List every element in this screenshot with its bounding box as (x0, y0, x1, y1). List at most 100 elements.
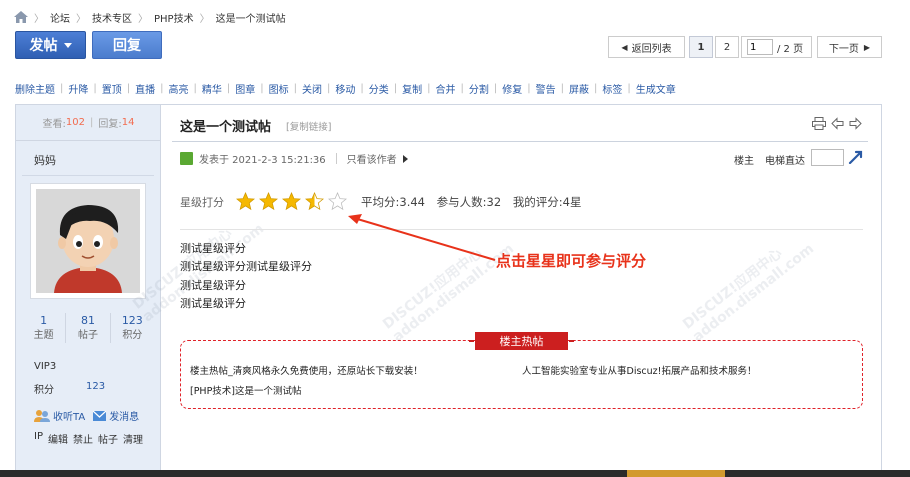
mod-ban[interactable]: 屏蔽 (569, 81, 589, 96)
mod-generate-article[interactable]: 生成文章 (636, 81, 676, 96)
divider (172, 141, 868, 142)
mod-highlight[interactable]: 高亮 (169, 81, 189, 96)
content-line: 测试星级评分 (180, 296, 246, 310)
follow-label: 收听TA (53, 412, 86, 423)
stat-threads[interactable]: 1 主题 (22, 313, 65, 343)
chevron-right-icon: 〉 (76, 13, 86, 25)
mod-stamp[interactable]: 图章 (235, 81, 255, 96)
mod-tags[interactable]: 标签 (602, 81, 622, 96)
bottom-toolbar-button[interactable] (627, 470, 725, 477)
breadcrumb-forum[interactable]: 论坛 (50, 10, 70, 25)
post-content: 测试星级评分 测试星级评分测试星级评分 测试星级评分 测试星级评分 (180, 240, 312, 313)
star-3-icon[interactable] (282, 192, 301, 211)
mod-digest[interactable]: 精华 (202, 81, 222, 96)
mod-stick[interactable]: 置顶 (102, 81, 122, 96)
only-author-link[interactable]: 只看该作者 (347, 151, 397, 166)
breadcrumb-board[interactable]: PHP技术 (154, 10, 194, 25)
mod-warn[interactable]: 警告 (536, 81, 556, 96)
stat-posts[interactable]: 81 帖子 (65, 313, 109, 343)
breadcrumb: 〉 论坛 〉 技术专区 〉 PHP技术 〉 这是一个测试帖 (14, 9, 286, 25)
content-line: 测试星级评分 (180, 278, 246, 292)
page-jump: / 2 页 (741, 36, 812, 58)
admin-ip[interactable]: IP (34, 431, 43, 446)
hot-post-link[interactable]: 人工智能实验室专业从事Discuz!拓展产品和技术服务！ (522, 363, 756, 377)
floor-label: 楼主 (734, 156, 754, 167)
reply-label: 回复 (113, 38, 141, 54)
bottom-toolbar (0, 470, 910, 477)
star-5-empty-icon[interactable] (328, 192, 347, 211)
annotation-arrow (348, 214, 496, 261)
breadcrumb-thread[interactable]: 这是一个测试帖 (216, 10, 286, 25)
moderation-toolbar: 删除主题 | 升降 | 置顶 | 直播 | 高亮 | 精华 | 图章 | 图标 | 关闭 | 移动… (15, 81, 676, 96)
mod-split[interactable]: 分割 (469, 81, 489, 96)
next-page-label: 下一页 (828, 43, 859, 55)
admin-ban[interactable]: 禁止 (73, 431, 93, 446)
mod-icon[interactable]: 图标 (269, 81, 289, 96)
breadcrumb-section[interactable]: 技术专区 (92, 10, 132, 25)
divider (22, 175, 154, 176)
mod-repair[interactable]: 修复 (502, 81, 522, 96)
message-label: 发消息 (109, 412, 140, 423)
points-label: 积分 (34, 385, 54, 396)
content-line: 测试星级评分测试星级评分 (180, 260, 312, 274)
floor-jump-input[interactable] (811, 149, 844, 166)
admin-clean[interactable]: 清理 (123, 431, 143, 446)
chevron-right-icon: 〉 (199, 13, 210, 25)
rating-label: 星级打分 (180, 195, 224, 209)
avatar[interactable] (30, 183, 146, 299)
previous-thread-icon[interactable] (831, 117, 844, 130)
hot-post-link[interactable]: 楼主热帖_清爽风格永久免费使用，还原站长下载安装！ (190, 363, 423, 377)
mod-copy[interactable]: 复制 (402, 81, 422, 96)
views-count: 102 (65, 117, 85, 128)
chevron-left-icon: ◀ (621, 42, 628, 52)
envelope-icon (93, 410, 107, 421)
thread-stats: 查看: 102 | 回复: 14 (16, 105, 161, 141)
star-1-icon[interactable] (236, 192, 255, 211)
online-status-icon (180, 152, 193, 165)
hot-posts-tag: 楼主热帖 (469, 332, 574, 350)
send-message-button[interactable]: 发消息 (93, 408, 139, 423)
rating-info: 平均分:3.44 参与人数:32 我的评分:4星 (361, 194, 590, 210)
hot-post-link[interactable]: [PHP技术]这是一个测试帖 (190, 383, 302, 397)
page-1-button[interactable]: 1 (689, 36, 713, 58)
mod-bump[interactable]: 升降 (68, 81, 88, 96)
admin-links: IP 编辑 禁止 帖子 清理 (34, 431, 143, 446)
mod-merge[interactable]: 合并 (436, 81, 456, 96)
chevron-right-icon: ▶ (863, 42, 871, 52)
home-icon[interactable] (14, 11, 28, 23)
back-to-list-button[interactable]: ◀ 返回列表 (608, 36, 685, 58)
divider (180, 229, 863, 230)
chevron-right-icon: 〉 (34, 13, 44, 25)
follow-button[interactable]: 收听TA (34, 408, 85, 423)
mod-delete-thread[interactable]: 删除主题 (15, 81, 55, 96)
back-to-list-label: 返回列表 (631, 43, 672, 55)
mod-category[interactable]: 分类 (369, 81, 389, 96)
mod-live[interactable]: 直播 (135, 81, 155, 96)
content-line: 测试星级评分 (180, 242, 246, 255)
user-group[interactable]: VIP3 (34, 361, 56, 372)
copy-link-button[interactable]: [复制链接] (286, 119, 331, 133)
print-icon[interactable] (812, 117, 826, 130)
page-title: 这是一个测试帖 (180, 120, 272, 135)
admin-edit[interactable]: 编辑 (48, 431, 68, 446)
floor-jump-label: 电梯直达 (765, 156, 805, 167)
next-thread-icon[interactable] (849, 117, 862, 130)
author-actions: 收听TA 发消息 (34, 408, 139, 423)
mod-close[interactable]: 关闭 (302, 81, 322, 96)
page-2-button[interactable]: 2 (715, 36, 739, 58)
mod-move[interactable]: 移动 (335, 81, 355, 96)
star-4-half-icon[interactable] (305, 192, 324, 211)
reply-button[interactable]: 回复 (92, 31, 162, 59)
replies-label: 回复: (98, 119, 122, 130)
admin-posts[interactable]: 帖子 (98, 431, 118, 446)
posted-at: 发表于 2021-2-3 15:21:36 (199, 155, 326, 166)
author-name[interactable]: 妈妈 (34, 152, 56, 168)
new-post-button[interactable]: 发帖 (15, 31, 86, 59)
star-2-icon[interactable] (259, 192, 278, 211)
next-page-button[interactable]: 下一页 ▶ (817, 36, 882, 58)
chevron-down-icon (63, 42, 72, 48)
page-number-input[interactable] (747, 39, 773, 55)
cartoon-boy-icon (36, 189, 140, 293)
stat-threads-label: 主题 (33, 330, 54, 341)
floor-jump-go-icon[interactable] (848, 150, 864, 164)
